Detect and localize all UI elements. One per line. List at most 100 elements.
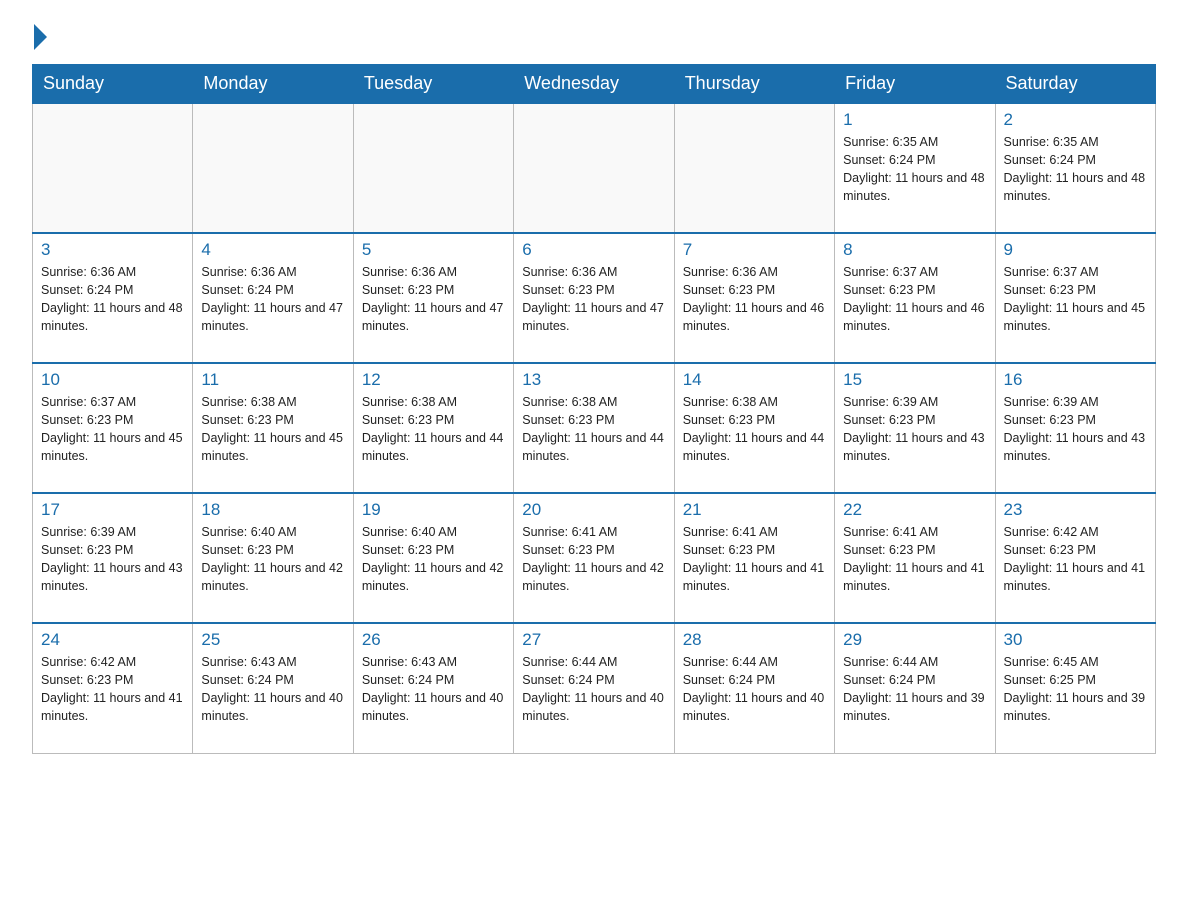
day-info: Sunrise: 6:36 AMSunset: 6:24 PMDaylight:… — [41, 263, 184, 336]
day-number: 17 — [41, 500, 184, 520]
day-number: 16 — [1004, 370, 1147, 390]
calendar-header-row: SundayMondayTuesdayWednesdayThursdayFrid… — [33, 65, 1156, 104]
calendar-cell: 17 Sunrise: 6:39 AMSunset: 6:23 PMDayligh… — [33, 493, 193, 623]
day-info: Sunrise: 6:44 AMSunset: 6:24 PMDaylight:… — [843, 653, 986, 726]
calendar-week-row-2: 3 Sunrise: 6:36 AMSunset: 6:24 PMDaylight… — [33, 233, 1156, 363]
logo-arrow-icon — [34, 24, 47, 50]
day-number: 1 — [843, 110, 986, 130]
calendar-cell: 5 Sunrise: 6:36 AMSunset: 6:23 PMDaylight… — [353, 233, 513, 363]
calendar-cell: 26 Sunrise: 6:43 AMSunset: 6:24 PMDayligh… — [353, 623, 513, 753]
calendar-week-row-3: 10Sunrise: 6:37 AMSunset: 6:23 PMDayligh… — [33, 363, 1156, 493]
day-number: 18 — [201, 500, 344, 520]
calendar-cell — [33, 103, 193, 233]
calendar-cell: 13 Sunrise: 6:38 AMSunset: 6:23 PMDayligh… — [514, 363, 674, 493]
calendar-cell: 12Sunrise: 6:38 AMSunset: 6:23 PMDayligh… — [353, 363, 513, 493]
calendar-cell: 10Sunrise: 6:37 AMSunset: 6:23 PMDayligh… — [33, 363, 193, 493]
calendar-cell: 14 Sunrise: 6:38 AMSunset: 6:23 PMDayligh… — [674, 363, 834, 493]
calendar-cell: 20 Sunrise: 6:41 AMSunset: 6:23 PMDayligh… — [514, 493, 674, 623]
calendar-cell: 16 Sunrise: 6:39 AMSunset: 6:23 PMDayligh… — [995, 363, 1155, 493]
calendar-cell — [193, 103, 353, 233]
day-info: Sunrise: 6:38 AMSunset: 6:23 PMDaylight:… — [362, 393, 505, 466]
calendar-cell: 30 Sunrise: 6:45 AMSunset: 6:25 PMDayligh… — [995, 623, 1155, 753]
day-number: 20 — [522, 500, 665, 520]
day-number: 24 — [41, 630, 184, 650]
day-info: Sunrise: 6:39 AMSunset: 6:23 PMDaylight:… — [1004, 393, 1147, 466]
day-info: Sunrise: 6:40 AMSunset: 6:23 PMDaylight:… — [201, 523, 344, 596]
logo-text — [32, 24, 47, 50]
calendar-week-row-5: 24 Sunrise: 6:42 AMSunset: 6:23 PMDayligh… — [33, 623, 1156, 753]
day-number: 25 — [201, 630, 344, 650]
page: SundayMondayTuesdayWednesdayThursdayFrid… — [0, 0, 1188, 918]
day-number: 26 — [362, 630, 505, 650]
day-number: 27 — [522, 630, 665, 650]
day-number: 29 — [843, 630, 986, 650]
day-info: Sunrise: 6:36 AMSunset: 6:23 PMDaylight:… — [683, 263, 826, 336]
day-number: 9 — [1004, 240, 1147, 260]
calendar-header-saturday: Saturday — [995, 65, 1155, 104]
calendar-cell — [353, 103, 513, 233]
day-number: 21 — [683, 500, 826, 520]
day-info: Sunrise: 6:38 AMSunset: 6:23 PMDaylight:… — [683, 393, 826, 466]
calendar-header-sunday: Sunday — [33, 65, 193, 104]
day-number: 10 — [41, 370, 184, 390]
calendar-cell: 8 Sunrise: 6:37 AMSunset: 6:23 PMDaylight… — [835, 233, 995, 363]
day-info: Sunrise: 6:42 AMSunset: 6:23 PMDaylight:… — [41, 653, 184, 726]
calendar-cell: 18 Sunrise: 6:40 AMSunset: 6:23 PMDayligh… — [193, 493, 353, 623]
calendar-cell: 2 Sunrise: 6:35 AMSunset: 6:24 PMDaylight… — [995, 103, 1155, 233]
calendar-cell: 6Sunrise: 6:36 AMSunset: 6:23 PMDaylight… — [514, 233, 674, 363]
logo — [32, 24, 47, 46]
calendar-cell: 19 Sunrise: 6:40 AMSunset: 6:23 PMDayligh… — [353, 493, 513, 623]
day-number: 14 — [683, 370, 826, 390]
calendar-cell: 27 Sunrise: 6:44 AMSunset: 6:24 PMDayligh… — [514, 623, 674, 753]
calendar-header-wednesday: Wednesday — [514, 65, 674, 104]
calendar-cell: 22 Sunrise: 6:41 AMSunset: 6:23 PMDayligh… — [835, 493, 995, 623]
day-number: 6 — [522, 240, 665, 260]
day-info: Sunrise: 6:42 AMSunset: 6:23 PMDaylight:… — [1004, 523, 1147, 596]
day-info: Sunrise: 6:39 AMSunset: 6:23 PMDaylight:… — [41, 523, 184, 596]
calendar-cell — [514, 103, 674, 233]
calendar-cell: 25 Sunrise: 6:43 AMSunset: 6:24 PMDayligh… — [193, 623, 353, 753]
calendar-cell: 3 Sunrise: 6:36 AMSunset: 6:24 PMDaylight… — [33, 233, 193, 363]
day-number: 3 — [41, 240, 184, 260]
day-info: Sunrise: 6:35 AMSunset: 6:24 PMDaylight:… — [1004, 133, 1147, 206]
day-info: Sunrise: 6:41 AMSunset: 6:23 PMDaylight:… — [843, 523, 986, 596]
day-info: Sunrise: 6:45 AMSunset: 6:25 PMDaylight:… — [1004, 653, 1147, 726]
calendar-week-row-1: 1 Sunrise: 6:35 AMSunset: 6:24 PMDaylight… — [33, 103, 1156, 233]
day-number: 28 — [683, 630, 826, 650]
calendar-cell: 28Sunrise: 6:44 AMSunset: 6:24 PMDayligh… — [674, 623, 834, 753]
day-number: 5 — [362, 240, 505, 260]
calendar-week-row-4: 17 Sunrise: 6:39 AMSunset: 6:23 PMDayligh… — [33, 493, 1156, 623]
calendar-cell: 7Sunrise: 6:36 AMSunset: 6:23 PMDaylight… — [674, 233, 834, 363]
calendar-header-friday: Friday — [835, 65, 995, 104]
calendar-cell: 9 Sunrise: 6:37 AMSunset: 6:23 PMDaylight… — [995, 233, 1155, 363]
day-number: 15 — [843, 370, 986, 390]
day-info: Sunrise: 6:36 AMSunset: 6:23 PMDaylight:… — [362, 263, 505, 336]
day-info: Sunrise: 6:37 AMSunset: 6:23 PMDaylight:… — [843, 263, 986, 336]
calendar-cell: 1Sunrise: 6:35 AMSunset: 6:24 PMDaylight… — [835, 103, 995, 233]
day-number: 11 — [201, 370, 344, 390]
day-info: Sunrise: 6:43 AMSunset: 6:24 PMDaylight:… — [201, 653, 344, 726]
day-number: 22 — [843, 500, 986, 520]
day-number: 2 — [1004, 110, 1147, 130]
calendar-cell: 24 Sunrise: 6:42 AMSunset: 6:23 PMDayligh… — [33, 623, 193, 753]
calendar: SundayMondayTuesdayWednesdayThursdayFrid… — [32, 64, 1156, 754]
day-info: Sunrise: 6:43 AMSunset: 6:24 PMDaylight:… — [362, 653, 505, 726]
day-number: 8 — [843, 240, 986, 260]
day-number: 4 — [201, 240, 344, 260]
day-info: Sunrise: 6:38 AMSunset: 6:23 PMDaylight:… — [522, 393, 665, 466]
day-info: Sunrise: 6:38 AMSunset: 6:23 PMDaylight:… — [201, 393, 344, 466]
calendar-cell: 29 Sunrise: 6:44 AMSunset: 6:24 PMDayligh… — [835, 623, 995, 753]
day-info: Sunrise: 6:44 AMSunset: 6:24 PMDaylight:… — [522, 653, 665, 726]
day-info: Sunrise: 6:40 AMSunset: 6:23 PMDaylight:… — [362, 523, 505, 596]
day-info: Sunrise: 6:41 AMSunset: 6:23 PMDaylight:… — [522, 523, 665, 596]
day-number: 19 — [362, 500, 505, 520]
day-number: 30 — [1004, 630, 1147, 650]
day-info: Sunrise: 6:39 AMSunset: 6:23 PMDaylight:… — [843, 393, 986, 466]
day-info: Sunrise: 6:41 AMSunset: 6:23 PMDaylight:… — [683, 523, 826, 596]
calendar-header-thursday: Thursday — [674, 65, 834, 104]
calendar-cell: 4 Sunrise: 6:36 AMSunset: 6:24 PMDaylight… — [193, 233, 353, 363]
day-info: Sunrise: 6:37 AMSunset: 6:23 PMDaylight:… — [1004, 263, 1147, 336]
day-number: 13 — [522, 370, 665, 390]
calendar-header-tuesday: Tuesday — [353, 65, 513, 104]
day-info: Sunrise: 6:36 AMSunset: 6:24 PMDaylight:… — [201, 263, 344, 336]
